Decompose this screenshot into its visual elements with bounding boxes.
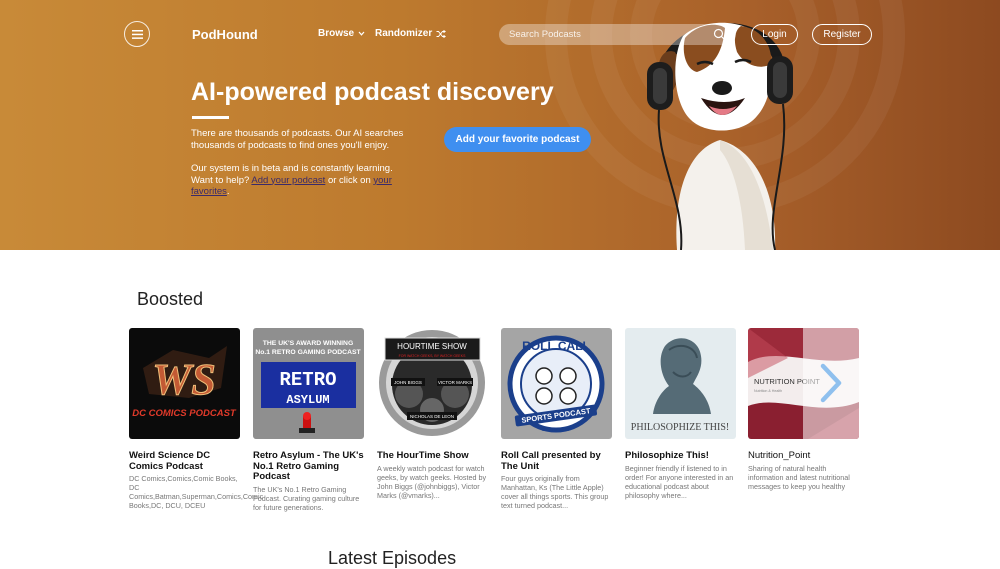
hero-line: thousands of podcasts to find ones you'l… <box>191 139 390 151</box>
search-icon[interactable] <box>713 28 726 41</box>
beta-description: Our system is in beta and is constantly … <box>191 163 393 198</box>
podcast-description: DC Comics,Comics,Comic Books, DC Comics,… <box>129 474 264 510</box>
menu-button[interactable] <box>124 21 150 47</box>
hourtime-logo: HOURTIME SHOW FOR WATCH GEEKS, BY WATCH … <box>379 330 485 436</box>
podcast-card[interactable]: HOURTIME SHOW FOR WATCH GEEKS, BY WATCH … <box>377 328 488 500</box>
podcast-card[interactable]: WS DC COMICS PODCAST Weird Science DC Co… <box>129 328 264 510</box>
art-line: THE UK'S AWARD WINNING <box>263 340 353 347</box>
add-favorite-podcast-button[interactable]: Add your favorite podcast <box>444 127 591 152</box>
register-button[interactable]: Register <box>812 24 872 45</box>
podcast-artwork[interactable]: ROLL CALL SPORTS PODCAST BY THE UNIT <box>501 328 612 439</box>
podcast-title[interactable]: Retro Asylum - The UK's No.1 Retro Gamin… <box>253 450 364 483</box>
podcast-artwork[interactable]: HOURTIME SHOW FOR WATCH GEEKS, BY WATCH … <box>377 328 488 439</box>
podcast-title[interactable]: Philosophize This! <box>625 450 736 462</box>
podcast-title[interactable]: Roll Call presented by The Unit <box>501 450 612 472</box>
favorites-link[interactable]: your <box>373 175 391 186</box>
beta-line: favorites. <box>191 186 393 198</box>
title-underline <box>192 116 229 119</box>
podcast-artwork[interactable]: PHILOSOPHIZE THIS! <box>625 328 736 439</box>
podcast-card[interactable]: PHILOSOPHIZE THIS! Philosophize This! Be… <box>625 328 736 500</box>
podcast-artwork[interactable]: WS DC COMICS PODCAST <box>129 328 240 439</box>
browse-label: Browse <box>318 28 355 39</box>
philosophize-logo: PHILOSOPHIZE THIS! <box>631 338 729 433</box>
podcast-card[interactable]: NUTRITION POINT Nutrition & Health Nutri… <box>748 328 859 491</box>
art-sub: FOR WATCH GEEKS, BY WATCH GEEKS <box>399 354 466 358</box>
podcast-description: Four guys originally from Manhattan, Ks … <box>501 474 609 510</box>
beta-text: . <box>226 186 230 197</box>
beta-line: Want to help? Add your podcast or click … <box>191 175 393 187</box>
art-host: JOHN BIGGS <box>394 380 422 385</box>
search-bar <box>499 24 736 45</box>
podcast-title[interactable]: Weird Science DC Comics Podcast <box>129 450 240 472</box>
beta-text: or click on <box>325 174 374 186</box>
art-logo: HOURTIME SHOW <box>397 342 467 351</box>
podcast-description: A weekly watch podcast for watch geeks, … <box>377 463 487 500</box>
art-caption: PHILOSOPHIZE THIS! <box>631 422 729 433</box>
chevron-down-icon <box>358 31 365 36</box>
top-navbar: PodHound Browse Randomizer Login Re <box>0 0 1000 68</box>
podcast-title[interactable]: The HourTime Show <box>377 450 488 462</box>
boosted-heading: Boosted <box>137 289 204 309</box>
browse-menu[interactable]: Browse <box>318 28 365 39</box>
art-line: No.1 RETRO GAMING PODCAST <box>255 349 361 356</box>
favorites-link[interactable]: favorites <box>191 186 227 197</box>
login-button[interactable]: Login <box>751 24 798 45</box>
retro-asylum-logo: THE UK'S AWARD WINNING No.1 RETRO GAMING… <box>255 340 362 433</box>
art-host: NICHOLAS DE LEON <box>410 414 454 419</box>
art-logo: RETRO <box>279 369 336 391</box>
hero-line: There are thousands of podcasts. Our AI … <box>191 128 404 139</box>
hero-title: AI-powered podcast discovery <box>191 78 554 106</box>
menu-icon <box>131 29 143 39</box>
chevron-right-icon[interactable] <box>815 360 845 406</box>
search-input[interactable] <box>509 29 699 40</box>
podcast-description: Beginner friendly if listened to in orde… <box>625 463 734 500</box>
podcast-artwork[interactable]: THE UK'S AWARD WINNING No.1 RETRO GAMING… <box>253 328 364 439</box>
art-title: ROLL CALL <box>522 339 590 353</box>
brand-logo[interactable]: PodHound <box>192 27 258 42</box>
art-logo: ASYLUM <box>286 393 329 407</box>
art-by: BY THE UNIT <box>542 427 570 432</box>
podcast-card[interactable]: ROLL CALL SPORTS PODCAST BY THE UNIT Rol… <box>501 328 612 510</box>
roll-call-logo: ROLL CALL SPORTS PODCAST BY THE UNIT <box>507 335 605 433</box>
latest-episodes-heading: Latest Episodes <box>328 548 457 568</box>
art-sub: Nutrition & Health <box>754 389 782 393</box>
art-caption: DC COMICS PODCAST <box>132 408 237 419</box>
randomizer-label: Randomizer <box>375 28 433 39</box>
podcast-title[interactable]: Nutrition_Point <box>748 450 859 462</box>
shuffle-icon <box>436 29 447 38</box>
hero-description: There are thousands of podcasts. Our AI … <box>191 128 403 151</box>
podcast-description: The UK's No.1 Retro Gaming Podcast. Cura… <box>253 484 360 512</box>
add-podcast-link[interactable]: Add your podcast <box>251 175 325 186</box>
randomizer-link[interactable]: Randomizer <box>375 28 447 39</box>
beta-text: Want to help? <box>191 174 252 186</box>
logo-text: WS <box>152 355 216 404</box>
beta-line: Our system is in beta and is constantly … <box>191 163 393 174</box>
weird-science-logo: WS DC COMICS PODCAST <box>132 346 237 419</box>
art-host: VICTOR MARKS <box>438 380 472 385</box>
podcast-description: Sharing of natural health information an… <box>748 463 850 491</box>
podcast-card[interactable]: THE UK'S AWARD WINNING No.1 RETRO GAMING… <box>253 328 364 512</box>
hero-banner: PodHound Browse Randomizer Login Re <box>0 0 1000 250</box>
